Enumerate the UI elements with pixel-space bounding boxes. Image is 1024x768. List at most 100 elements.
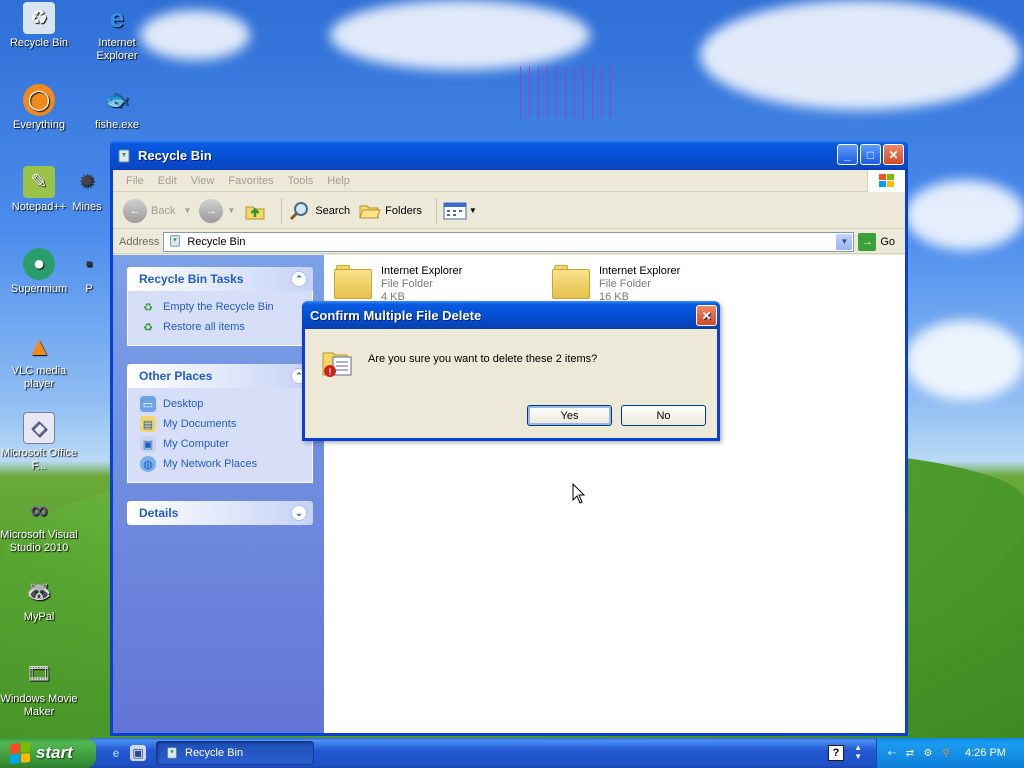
task-pane: Recycle Bin Tasks ⌃ ♻ Empty the Recycle … — [113, 255, 324, 733]
desktop-icon-label: Recycle Bin — [9, 37, 69, 49]
back-arrow-icon: ← — [123, 198, 147, 223]
start-button[interactable]: start — [0, 738, 96, 768]
menu-tools[interactable]: Tools — [281, 175, 321, 187]
details-panel: Details ⌄ — [127, 501, 313, 525]
minimize-button[interactable]: _ — [837, 144, 858, 165]
desktop-icon-supermium[interactable]: ● Supermium — [0, 248, 78, 296]
views-button[interactable]: ▼ — [443, 201, 477, 221]
panel-title: Recycle Bin Tasks — [139, 272, 244, 286]
task-empty-recycle-bin[interactable]: ♻ Empty the Recycle Bin — [140, 297, 302, 317]
notepad-plus-plus-icon: ✎ — [23, 166, 55, 198]
place-my-computer[interactable]: ▣ My Computer — [140, 434, 302, 454]
desktop-icon-label: Windows Movie Maker — [0, 693, 78, 718]
menu-file[interactable]: File — [119, 175, 151, 187]
no-button[interactable]: No — [621, 405, 706, 426]
dialog-close-button[interactable]: ✕ — [696, 305, 717, 326]
folders-icon — [359, 205, 381, 218]
safely-remove-icon[interactable]: ⚙ — [921, 746, 935, 760]
wallpaper-cloud — [905, 180, 1024, 250]
desktop-icon-label: Supermium — [10, 283, 68, 295]
file-name: Internet Explorer — [599, 265, 681, 277]
place-my-documents[interactable]: ▤ My Documents — [140, 414, 302, 434]
desktop-icon-label: Internet Explorer — [96, 37, 138, 62]
address-dropdown-button[interactable]: ▼ — [836, 233, 853, 250]
menu-help[interactable]: Help — [320, 175, 357, 187]
panel-header[interactable]: Other Places ⌃ — [127, 364, 313, 388]
desktop-icon-minesweeper[interactable]: ✹ Mines — [64, 166, 110, 214]
address-input[interactable]: Recycle Bin ▼ — [163, 231, 855, 252]
tray-arrow-icon[interactable]: ⇠ — [885, 746, 899, 760]
collapse-chevron-icon[interactable]: ⌃ — [291, 271, 307, 287]
my-documents-icon: ▤ — [140, 416, 156, 432]
maximize-icon: □ — [866, 147, 875, 162]
my-network-places-icon: ◍ — [140, 456, 156, 472]
clock[interactable]: 4:26 PM — [965, 747, 1006, 759]
desktop-icon-internet-explorer[interactable]: e Internet Explorer — [78, 2, 156, 63]
task-restore-all-items[interactable]: ♻ Restore all items — [140, 317, 302, 337]
network-icon[interactable]: ⇄ — [903, 746, 917, 760]
folders-label: Folders — [385, 204, 422, 217]
internet-explorer-icon[interactable]: e — [108, 745, 124, 761]
place-label: My Documents — [163, 418, 237, 430]
desktop-icon-program[interactable]: ▪ P — [68, 248, 110, 296]
desktop-icon-fishe[interactable]: 🐟 fishe.exe — [78, 84, 156, 132]
desktop-icon-label: Microsoft Visual Studio 2010 — [0, 529, 78, 554]
panel-header[interactable]: Recycle Bin Tasks ⌃ — [127, 267, 313, 291]
search-button[interactable]: Search — [288, 199, 350, 223]
wallpaper-cloud — [905, 320, 1024, 400]
toolbar-separator — [435, 197, 437, 224]
place-label: My Network Places — [163, 458, 258, 470]
menu-favorites[interactable]: Favorites — [221, 175, 280, 187]
recycle-bin-icon: ♻ — [23, 2, 55, 34]
folders-button[interactable]: Folders — [358, 199, 422, 223]
desktop-icon-label: MyPal — [23, 611, 55, 623]
recycle-bin-icon: ♻ — [143, 301, 153, 314]
place-my-network-places[interactable]: ◍ My Network Places — [140, 454, 302, 474]
chevron-down-icon: ▼ — [183, 206, 192, 215]
search-tray-icon[interactable]: ⚲ — [939, 746, 953, 760]
help-icon[interactable]: ? — [828, 745, 844, 761]
up-button[interactable] — [243, 199, 267, 223]
expand-chevron-icon[interactable]: ⌄ — [291, 505, 307, 521]
file-item[interactable]: Internet Explorer File Folder 4 KB — [334, 265, 462, 304]
chevron-down-icon: ▼ — [227, 206, 236, 215]
back-button[interactable]: ← Back ▼ — [123, 198, 192, 223]
minimize-icon: _ — [844, 147, 851, 162]
taskbar-item-recycle-bin[interactable]: Recycle Bin — [156, 741, 314, 765]
panel-header[interactable]: Details ⌄ — [127, 501, 313, 525]
desktop-icon-label: fishe.exe — [94, 119, 140, 131]
close-button[interactable]: ✕ — [883, 144, 904, 165]
desktop-icon-movie-maker[interactable]: 🎞 Windows Movie Maker — [0, 658, 78, 719]
desktop-icon-recycle-bin[interactable]: ♻ Recycle Bin — [0, 2, 78, 50]
desktop-icon-mypal[interactable]: 🦝 MyPal — [0, 576, 78, 624]
delete-files-warning-icon: ! — [321, 345, 353, 377]
search-icon — [290, 201, 309, 220]
go-button[interactable]: → Go — [858, 232, 895, 251]
dialog-title: Confirm Multiple File Delete — [310, 307, 482, 323]
desktop-icon-vlc[interactable]: ▲ VLC media player — [0, 330, 78, 391]
recycle-bin-icon — [165, 745, 179, 762]
dialog-titlebar[interactable]: Confirm Multiple File Delete ✕ — [302, 301, 720, 329]
maximize-button[interactable]: □ — [860, 144, 881, 165]
language-bar-arrows-icon[interactable]: ▲ ▼ — [854, 743, 862, 761]
desktop-icon-microsoft-office[interactable]: ◇ Microsoft Office F... — [0, 412, 78, 473]
vlc-icon: ▲ — [26, 330, 52, 361]
file-item[interactable]: Internet Explorer File Folder 16 KB — [552, 265, 680, 304]
show-desktop-icon[interactable]: ▣ — [130, 745, 146, 761]
menu-edit[interactable]: Edit — [151, 175, 184, 187]
visual-studio-icon: ∞ — [30, 496, 48, 524]
window-titlebar[interactable]: Recycle Bin _ □ ✕ — [110, 140, 908, 170]
desktop-icon-visual-studio[interactable]: ∞ Microsoft Visual Studio 2010 — [0, 494, 78, 555]
back-label: Back — [151, 204, 176, 217]
minesweeper-icon: ✹ — [78, 170, 96, 193]
search-label: Search — [315, 204, 351, 217]
desktop-icon-everything[interactable]: ◯ Everything — [0, 84, 78, 132]
forward-button[interactable]: → ▼ — [199, 198, 236, 223]
place-desktop[interactable]: ▭ Desktop — [140, 394, 302, 414]
start-label: start — [36, 743, 73, 762]
yes-button[interactable]: Yes — [527, 405, 612, 426]
system-tray: ⇠ ⇄ ⚙ ⚲ 4:26 PM — [876, 738, 1024, 768]
views-icon — [443, 202, 467, 219]
menu-view[interactable]: View — [184, 175, 222, 187]
up-folder-icon — [245, 206, 265, 219]
